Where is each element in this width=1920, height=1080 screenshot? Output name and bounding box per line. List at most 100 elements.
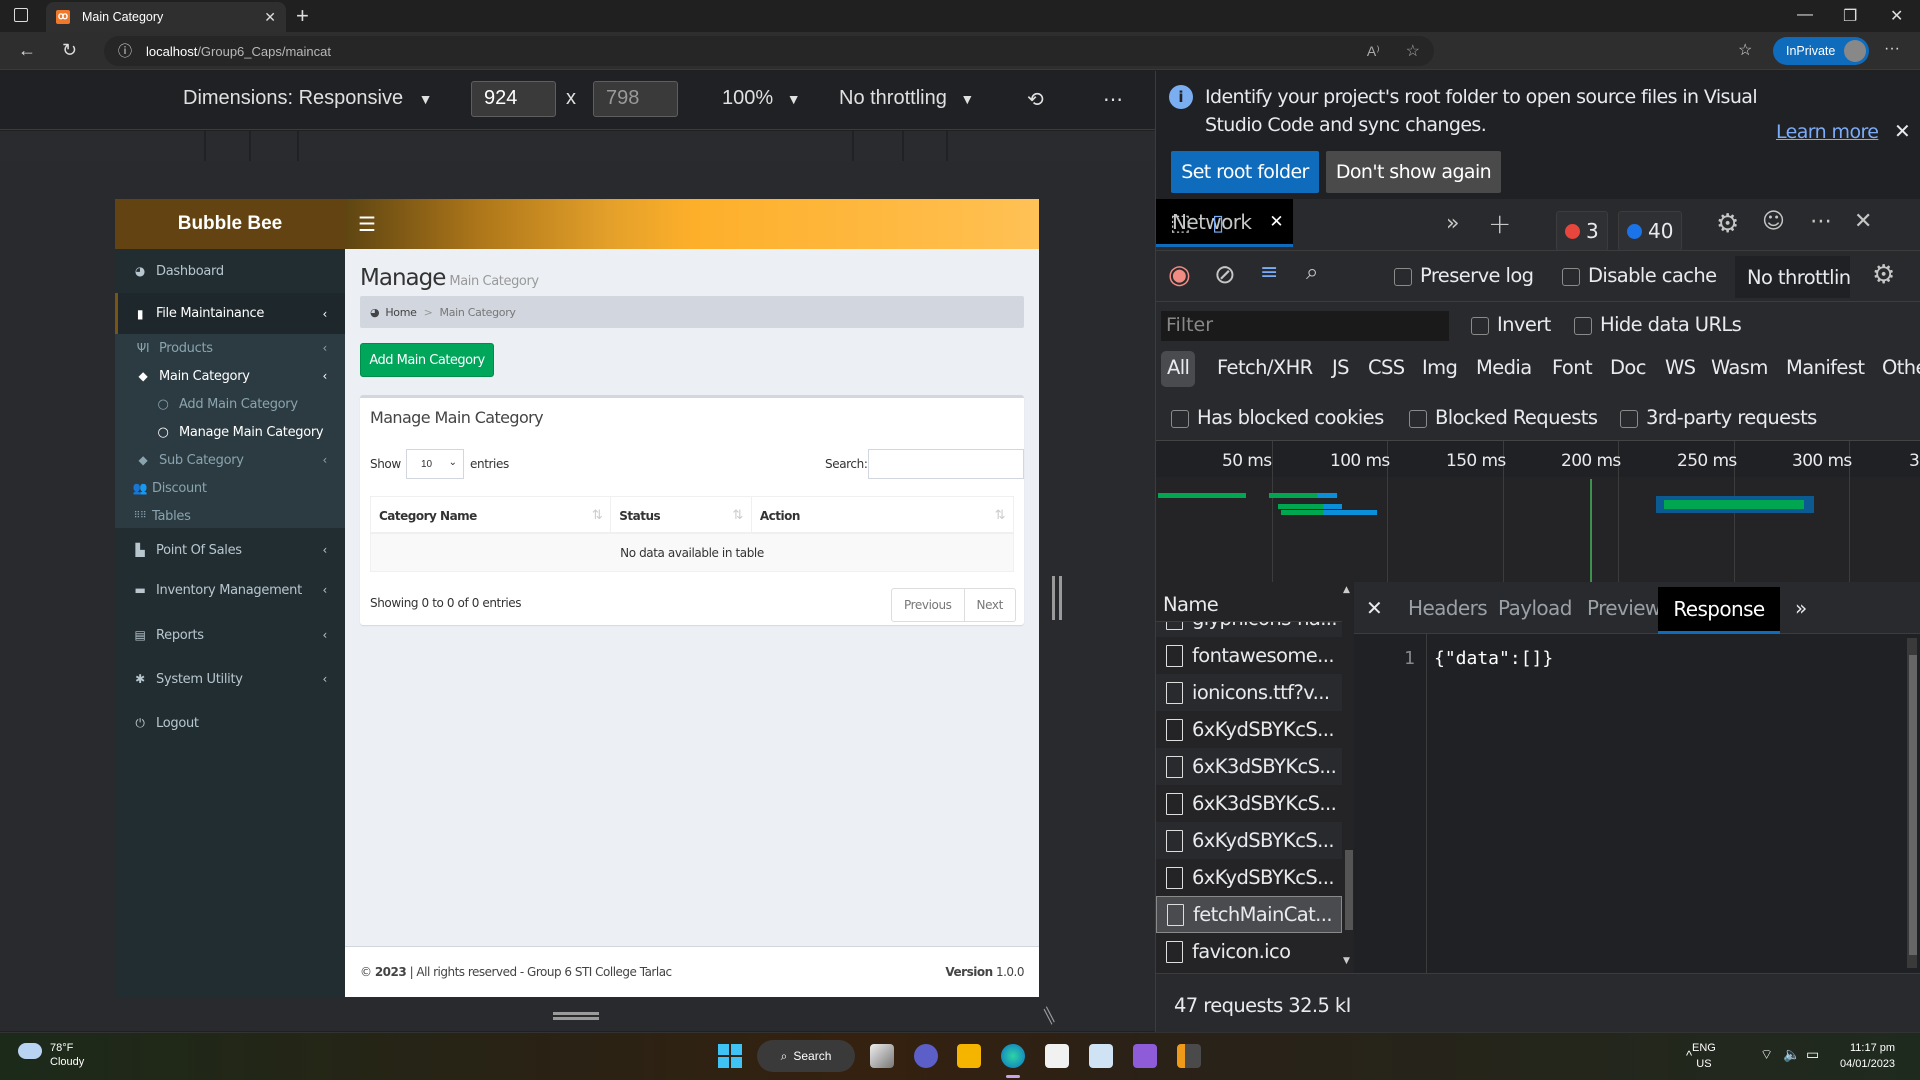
type-filter-img[interactable]: Img	[1422, 356, 1458, 379]
scrollbar-thumb[interactable]	[1909, 655, 1917, 955]
type-filter-wasm[interactable]: Wasm	[1711, 356, 1768, 379]
type-filter-fetch-xhr[interactable]: Fetch/XHR	[1217, 356, 1313, 379]
close-tab-icon[interactable]: ✕	[264, 9, 276, 26]
refresh-icon[interactable]: ↻	[62, 40, 77, 61]
errors-badge[interactable]: 3	[1556, 211, 1608, 251]
brand-logo[interactable]: Bubble Bee	[115, 199, 345, 249]
sidebar-item-main-category[interactable]: ◆ Main Category ‹	[115, 362, 345, 390]
disable-cache-checkbox[interactable]: Disable cache	[1562, 264, 1717, 287]
blocked-cookies-checkbox[interactable]: Has blocked cookies	[1171, 406, 1384, 429]
type-filter-js[interactable]: JS	[1332, 356, 1350, 379]
inspect-element-icon[interactable]: ⬚	[1170, 211, 1191, 236]
search-icon[interactable]: ⌕	[1306, 260, 1318, 285]
request-row-selected[interactable]: fetchMainCat...	[1156, 896, 1342, 933]
sublime-text-icon[interactable]	[1177, 1044, 1201, 1068]
tab-preview[interactable]: Preview	[1587, 596, 1661, 620]
dont-show-again-button[interactable]: Don't show again	[1326, 151, 1501, 193]
request-row[interactable]: ionicons.ttf?v...	[1156, 674, 1342, 711]
set-root-folder-button[interactable]: Set root folder	[1171, 151, 1319, 193]
close-window-button[interactable]: ✕	[1890, 6, 1903, 26]
column-status[interactable]: Status ⇅	[611, 497, 752, 534]
tab-headers[interactable]: Headers	[1408, 596, 1488, 620]
more-tabs-icon[interactable]: »	[1795, 596, 1807, 620]
hide-data-urls-checkbox[interactable]: Hide data URLs	[1574, 313, 1742, 336]
favorites-icon[interactable]: ☆	[1738, 40, 1752, 60]
request-row[interactable]: 6xKydSBYKcS...	[1156, 822, 1342, 859]
next-button[interactable]: Next	[963, 589, 1015, 621]
checkbox[interactable]	[1574, 316, 1592, 335]
checkbox[interactable]	[1409, 409, 1427, 428]
browser-tab[interactable]: ꝏ Main Category ✕	[46, 2, 286, 32]
close-tab-icon[interactable]: ✕	[1269, 212, 1283, 232]
sidebar-item-tables[interactable]: ⠿⠿ Tables	[115, 502, 345, 530]
request-row[interactable]: 6xK3dSBYKcS...	[1156, 785, 1342, 822]
dimensions-dropdown[interactable]: Dimensions: Responsive ▼	[183, 87, 433, 110]
type-filter-other[interactable]: Othe	[1882, 356, 1920, 379]
ruler-segment[interactable]	[904, 131, 948, 161]
height-input[interactable]: 798	[593, 81, 678, 117]
checkbox[interactable]	[1620, 409, 1638, 428]
type-filter-all[interactable]: All	[1167, 356, 1190, 379]
sidebar-item-reports[interactable]: ▤ Reports ‹	[115, 613, 345, 657]
ruler-segment[interactable]	[206, 131, 251, 161]
minimize-button[interactable]: —	[1797, 6, 1813, 24]
checkbox[interactable]	[1394, 267, 1412, 286]
breadcrumb-home-link[interactable]: Home	[385, 306, 417, 319]
back-icon[interactable]: ←	[18, 40, 36, 61]
checkbox[interactable]	[1171, 409, 1189, 428]
preserve-log-checkbox[interactable]: Preserve log	[1394, 264, 1534, 287]
type-filter-ws[interactable]: WS	[1665, 356, 1696, 379]
request-row[interactable]: fontawesome...	[1156, 637, 1342, 674]
filter-input[interactable]: Filter	[1161, 311, 1449, 341]
more-tabs-icon[interactable]: »	[1446, 211, 1459, 236]
tab-response[interactable]: Response	[1658, 587, 1780, 634]
address-input[interactable]: ⓘ localhost/Group6_Caps/maincat A⁾ ☆	[104, 36, 1434, 66]
ruler-segment[interactable]	[0, 131, 206, 161]
sidebar-item-file-maintenance[interactable]: ▮ File Maintainance ‹	[115, 293, 345, 334]
sidebar-item-logout[interactable]: ⏻ Logout	[115, 701, 345, 745]
resize-handle-bottom[interactable]	[553, 1012, 599, 1020]
battery-icon[interactable]: ▭	[1806, 1046, 1819, 1063]
request-row[interactable]: favicon.ico	[1156, 933, 1342, 970]
zoom-dropdown[interactable]: 100% ▼	[722, 87, 801, 110]
settings-icon[interactable]: ⚙	[1716, 209, 1739, 239]
previous-button[interactable]: Previous	[892, 589, 964, 621]
close-detail-icon[interactable]: ✕	[1366, 596, 1383, 620]
restore-button[interactable]: ❐	[1843, 6, 1857, 26]
sidebar-item-manage-main-category[interactable]: ○ Manage Main Category	[115, 418, 345, 446]
wifi-icon[interactable]: ⌔	[1760, 1046, 1773, 1064]
add-main-category-button[interactable]: Add Main Category	[360, 343, 494, 377]
request-row[interactable]: 6xK3dSBYKcS...	[1156, 748, 1342, 785]
network-settings-icon[interactable]: ⚙	[1872, 260, 1895, 290]
response-body[interactable]: 1 {"data":[]}	[1354, 634, 1920, 973]
sidebar-item-products[interactable]: ΨΙ Products ‹	[115, 334, 345, 362]
resource-monitor-icon[interactable]	[1089, 1044, 1113, 1068]
more-icon[interactable]: ···	[1884, 40, 1900, 58]
filter-icon[interactable]: ≡	[1260, 260, 1278, 285]
third-party-checkbox[interactable]: 3rd-party requests	[1620, 406, 1817, 429]
ruler-segment[interactable]	[299, 131, 854, 161]
tab-actions-icon[interactable]	[14, 8, 28, 22]
clear-icon[interactable]: ⊘	[1214, 260, 1236, 290]
rotate-icon[interactable]: ⟲	[1027, 87, 1044, 112]
record-icon[interactable]: ◉	[1168, 260, 1191, 290]
invert-checkbox[interactable]: Invert	[1471, 313, 1551, 336]
type-filter-font[interactable]: Font	[1552, 356, 1593, 379]
tab-payload[interactable]: Payload	[1498, 596, 1572, 620]
close-infobar-icon[interactable]: ✕	[1894, 119, 1911, 143]
hamburger-menu-icon[interactable]: ☰	[358, 212, 376, 237]
messages-badge[interactable]: 40	[1618, 211, 1683, 251]
type-filter-doc[interactable]: Doc	[1610, 356, 1646, 379]
column-action[interactable]: Action ⇅	[752, 497, 1013, 534]
add-favorite-icon[interactable]: ☆	[1406, 41, 1420, 61]
cloud-icon[interactable]	[18, 1043, 42, 1059]
clock[interactable]: 11:17 pm 04/01/2023	[1840, 1040, 1895, 1072]
feedback-icon[interactable]: ☺	[1762, 209, 1785, 234]
task-view-icon[interactable]	[870, 1044, 894, 1068]
type-filter-media[interactable]: Media	[1476, 356, 1532, 379]
width-input[interactable]: 924	[471, 81, 556, 117]
checkbox[interactable]	[1562, 267, 1580, 286]
weather-widget[interactable]: 78°F Cloudy	[50, 1041, 84, 1069]
request-row[interactable]: 6xKydSBYKcS...	[1156, 859, 1342, 896]
checkbox[interactable]	[1471, 316, 1489, 335]
